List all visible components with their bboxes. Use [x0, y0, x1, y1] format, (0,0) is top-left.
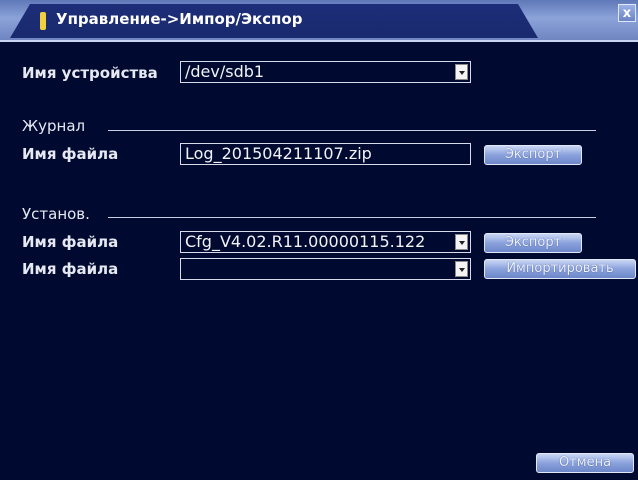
settings-file1-select[interactable]: Cfg_V4.02.R11.00000115.122: [180, 231, 471, 253]
settings-file1-label: Имя файла: [22, 233, 119, 251]
close-button[interactable]: x: [618, 4, 636, 22]
journal-file-field[interactable]: Log_201504211107.zip: [180, 143, 471, 165]
import-export-dialog: Управление->Импор/Экспор x Имя устройств…: [0, 0, 638, 480]
cancel-button[interactable]: Отмена: [536, 453, 634, 473]
journal-section-label: Журнал: [22, 117, 86, 135]
journal-divider: [108, 130, 596, 131]
settings-file2-select[interactable]: [180, 258, 471, 280]
journal-file-label: Имя файла: [22, 145, 119, 163]
chevron-down-icon[interactable]: [455, 64, 468, 80]
settings-export-button[interactable]: Экспорт: [484, 233, 582, 253]
device-label: Имя устройства: [22, 64, 158, 82]
settings-import-button[interactable]: Импортировать: [484, 259, 636, 279]
settings-section-label: Установ.: [22, 205, 90, 223]
chevron-down-icon[interactable]: [455, 234, 468, 250]
journal-export-button[interactable]: Экспорт: [484, 145, 582, 165]
settings-divider: [108, 217, 596, 218]
settings-file1-value: Cfg_V4.02.R11.00000115.122: [185, 232, 426, 251]
title-marker-icon: [40, 12, 46, 30]
settings-file2-label: Имя файла: [22, 260, 119, 278]
title-bar: Управление->Импор/Экспор x: [0, 0, 638, 42]
device-select-value: /dev/sdb1: [185, 62, 265, 81]
window-title: Управление->Импор/Экспор: [56, 10, 303, 28]
device-select[interactable]: /dev/sdb1: [180, 61, 471, 83]
chevron-down-icon[interactable]: [455, 261, 468, 277]
